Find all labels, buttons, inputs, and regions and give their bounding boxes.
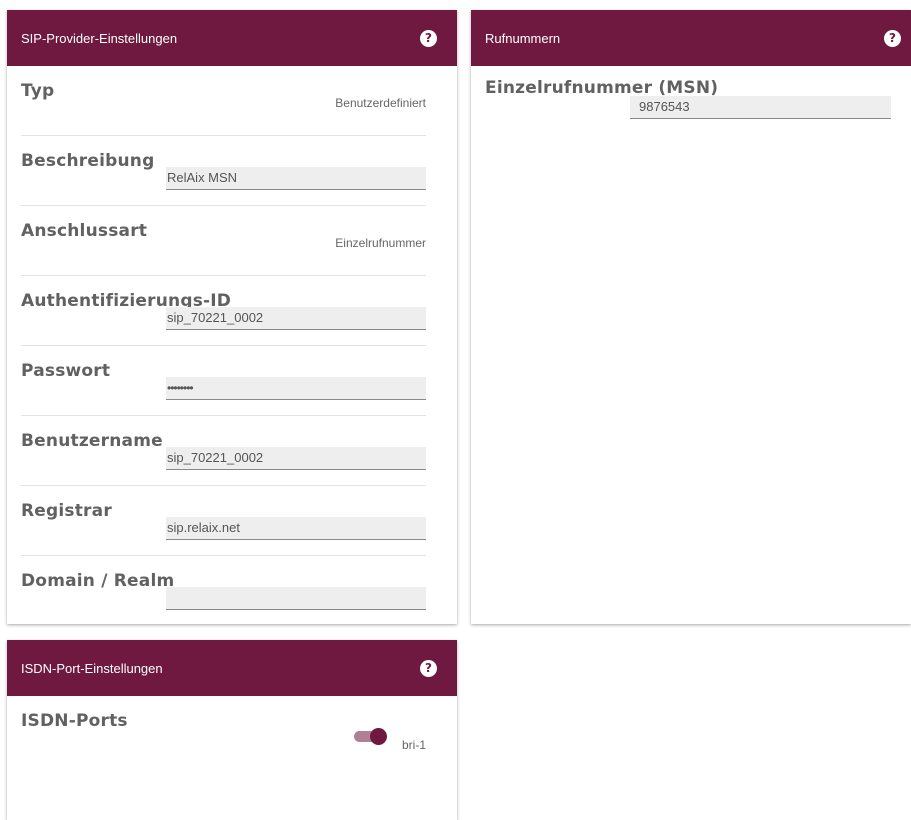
domain-realm-input[interactable] [166,587,426,610]
row-typ: Typ Benutzerdefiniert [21,66,426,136]
rufnummern-header: Rufnummern ? [471,10,911,66]
isdn-port-title: ISDN-Port-Einstellungen [21,660,163,676]
help-icon[interactable]: ? [420,659,437,677]
benutzername-input[interactable]: sip_70221_0002 [166,447,426,470]
anschlussart-label: Anschlussart [21,221,148,241]
sip-provider-panel: SIP-Provider-Einstellungen ? Typ Benutze… [7,10,457,624]
sip-provider-header: SIP-Provider-Einstellungen ? [7,10,457,66]
row-anschlussart: Anschlussart Einzelrufnummer [21,206,426,276]
isdn-ports-label: ISDN-Ports [21,711,128,731]
help-icon[interactable]: ? [420,29,437,47]
msn-label: Einzelrufnummer (MSN) [485,78,719,98]
row-msn: Einzelrufnummer (MSN) 9876543 [485,66,891,136]
row-registrar: Registrar sip.relaix.net [21,486,426,556]
sip-provider-title: SIP-Provider-Einstellungen [21,30,178,46]
registrar-label: Registrar [21,501,112,521]
rufnummern-panel: Rufnummern ? Einzelrufnummer (MSN) 98765… [471,10,911,624]
isdn-port-header: ISDN-Port-Einstellungen ? [7,640,457,696]
bri-1-label: bri-1 [401,738,426,752]
passwort-input[interactable]: •••••••• [166,377,426,400]
passwort-label: Passwort [21,361,111,381]
row-passwort: Passwort •••••••• [21,346,426,416]
msn-input[interactable]: 9876543 [630,96,891,119]
authentifizierungs-id-input[interactable]: sip_70221_0002 [166,307,426,330]
rufnummern-title: Rufnummern [485,30,561,46]
bri-1-toggle[interactable] [354,728,387,745]
registrar-input[interactable]: sip.relaix.net [166,517,426,540]
typ-label: Typ [21,81,55,101]
benutzername-label: Benutzername [21,431,163,451]
domain-realm-label: Domain / Realm [21,571,175,591]
beschreibung-label: Beschreibung [21,151,155,171]
row-domain-realm: Domain / Realm [21,556,426,626]
beschreibung-input[interactable]: RelAix MSN [166,167,426,190]
anschlussart-value: Einzelrufnummer [335,236,426,250]
typ-value: Benutzerdefiniert [335,96,426,110]
row-beschreibung: Beschreibung RelAix MSN [21,136,426,206]
row-benutzername: Benutzername sip_70221_0002 [21,416,426,486]
isdn-port-panel: ISDN-Port-Einstellungen ? ISDN-Ports bri… [7,640,457,820]
toggle-knob [370,728,387,745]
row-isdn-ports: ISDN-Ports bri-1 [21,696,426,796]
row-authentifizierungs-id: Authentifizierungs-ID sip_70221_0002 [21,276,426,346]
help-icon[interactable]: ? [884,29,901,47]
